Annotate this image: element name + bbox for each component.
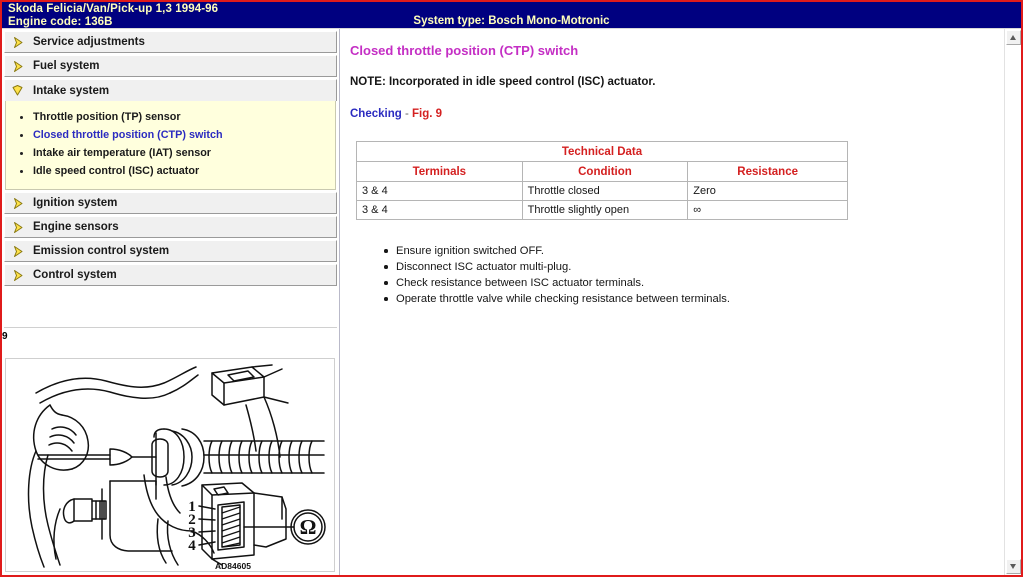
table-cell: Throttle closed [521,181,689,201]
sidebar-subitem-label: Idle speed control (ISC) actuator [33,165,200,177]
procedure-step: Ensure ignition switched OFF. [384,244,1003,258]
sidebar-subitem-label: Throttle position (TP) sensor [33,111,181,123]
table-title-row: Technical Data [356,141,848,162]
chevron-right-icon [14,197,23,209]
sidebar-group: Engine sensors [4,216,337,238]
procedure-step: Disconnect ISC actuator multi-plug. [384,260,1003,274]
sidebar-item-service-adjustments[interactable]: Service adjustments [4,31,337,53]
scroll-up-button[interactable] [1005,30,1021,45]
isc-actuator-diagram: Ω 1 2 3 4 AD84605 [6,359,334,571]
ohmmeter-symbol: Ω [300,515,317,539]
navigation-list: Service adjustments Fuel system Intake sys… [2,29,339,286]
sidebar-item-label: Intake system [33,84,110,97]
chevron-right-icon [14,269,23,281]
main-content: Closed throttle position (CTP) switch NO… [341,29,1003,575]
sidebar-item-emission-control-system[interactable]: Emission control system [4,240,337,262]
scroll-down-button[interactable] [1006,559,1021,574]
bullet-icon [20,169,23,173]
sidebar-group: Fuel system [4,55,337,77]
figure-caption-code: AD84605 [215,561,251,571]
sidebar-item-label: Service adjustments [33,36,145,48]
table-column-header: Resistance [687,161,848,182]
sidebar-subitem-panel: Throttle position (TP) sensor Closed thro… [5,101,336,190]
table-cell: 3 & 4 [356,181,523,201]
table-column-header: Terminals [356,161,523,182]
table-body: 3 & 4 Throttle closed Zero 3 & 4 Throttle sl… [356,181,848,220]
procedure-step: Check resistance between ISC actuator te… [384,276,1003,290]
sidebar-item-fuel-system[interactable]: Fuel system [4,55,337,77]
sidebar-subitem[interactable]: Idle speed control (ISC) actuator [6,162,335,180]
procedure-steps-list: Ensure ignition switched OFF. Disconnect … [384,244,1003,306]
table-cell: Throttle slightly open [521,200,689,220]
sidebar-item-intake-system[interactable]: Intake system [4,79,337,101]
arrow-up-icon [1009,35,1016,40]
chevron-right-icon [14,245,23,257]
procedure-step: Operate throttle valve while checking re… [384,292,1003,306]
page-title: Closed throttle position (CTP) switch [350,43,579,58]
sidebar-group: Ignition system [4,192,337,214]
chevron-down-icon [12,85,23,96]
sidebar-group: Intake system Throttle position (TP) sens… [4,79,337,190]
figure-number: 9 [2,331,8,342]
checking-separator: - [401,108,412,120]
sidebar-item-control-system[interactable]: Control system [4,264,337,286]
table-title: Technical Data [356,141,848,162]
terminal-label-4: 4 [188,538,196,554]
table-row: 3 & 4 Throttle slightly open ∞ [356,200,848,220]
technical-data-table: Technical Data Terminals Condition Resista… [356,141,848,220]
note-text: NOTE: Incorporated in idle speed control… [350,76,656,88]
sidebar-subitem-label: Closed throttle position (CTP) switch [33,129,223,141]
system-type: System type: Bosch Mono-Motronic [413,15,610,27]
sidebar-subitem[interactable]: Closed throttle position (CTP) switch [6,126,335,144]
bullet-icon [20,115,23,119]
sidebar-item-label: Ignition system [33,197,118,209]
scrollbar-track[interactable] [1006,46,1021,558]
body-container: Service adjustments Fuel system Intake sys… [2,29,1021,575]
figure-image: Ω 1 2 3 4 AD84605 [5,358,335,572]
sidebar-subitem-label: Intake air temperature (IAT) sensor [33,147,212,159]
checking-heading: Checking - Fig. 9 [350,108,1003,120]
sidebar-group: Emission control system [4,240,337,262]
application-window: Skoda Felicia/Van/Pick-up 1,3 1994-96 En… [0,0,1023,577]
sidebar: Service adjustments Fuel system Intake sys… [2,29,340,575]
chevron-right-icon [14,36,23,48]
figure-panel: 9 Ω 1 2 3 4 AD84605 [2,327,337,573]
title-header: Skoda Felicia/Van/Pick-up 1,3 1994-96 En… [2,2,1021,29]
chevron-right-icon [14,60,23,72]
figure-reference-link[interactable]: Fig. 9 [412,108,442,120]
checking-label: Checking [350,108,402,120]
chevron-right-icon [14,221,23,233]
sidebar-group: Service adjustments [4,31,337,53]
sidebar-item-label: Emission control system [33,245,170,257]
table-column-header: Condition [521,161,689,182]
sidebar-item-ignition-system[interactable]: Ignition system [4,192,337,214]
table-cell: ∞ [687,200,848,220]
sidebar-item-label: Fuel system [33,60,100,72]
arrow-down-icon [1010,564,1016,569]
sidebar-subitem[interactable]: Intake air temperature (IAT) sensor [6,144,335,162]
vertical-scrollbar[interactable] [1004,29,1021,575]
table-header-row: Terminals Condition Resistance [356,161,848,182]
sidebar-item-label: Control system [33,269,117,281]
bullet-icon [20,151,23,155]
sidebar-subitem[interactable]: Throttle position (TP) sensor [6,108,335,126]
table-cell: Zero [687,181,848,201]
sidebar-item-label: Engine sensors [33,221,119,233]
sidebar-group: Control system [4,264,337,286]
bullet-icon [20,133,23,137]
table-row: 3 & 4 Throttle closed Zero [356,181,848,201]
sidebar-item-engine-sensors[interactable]: Engine sensors [4,216,337,238]
table-cell: 3 & 4 [356,200,523,220]
